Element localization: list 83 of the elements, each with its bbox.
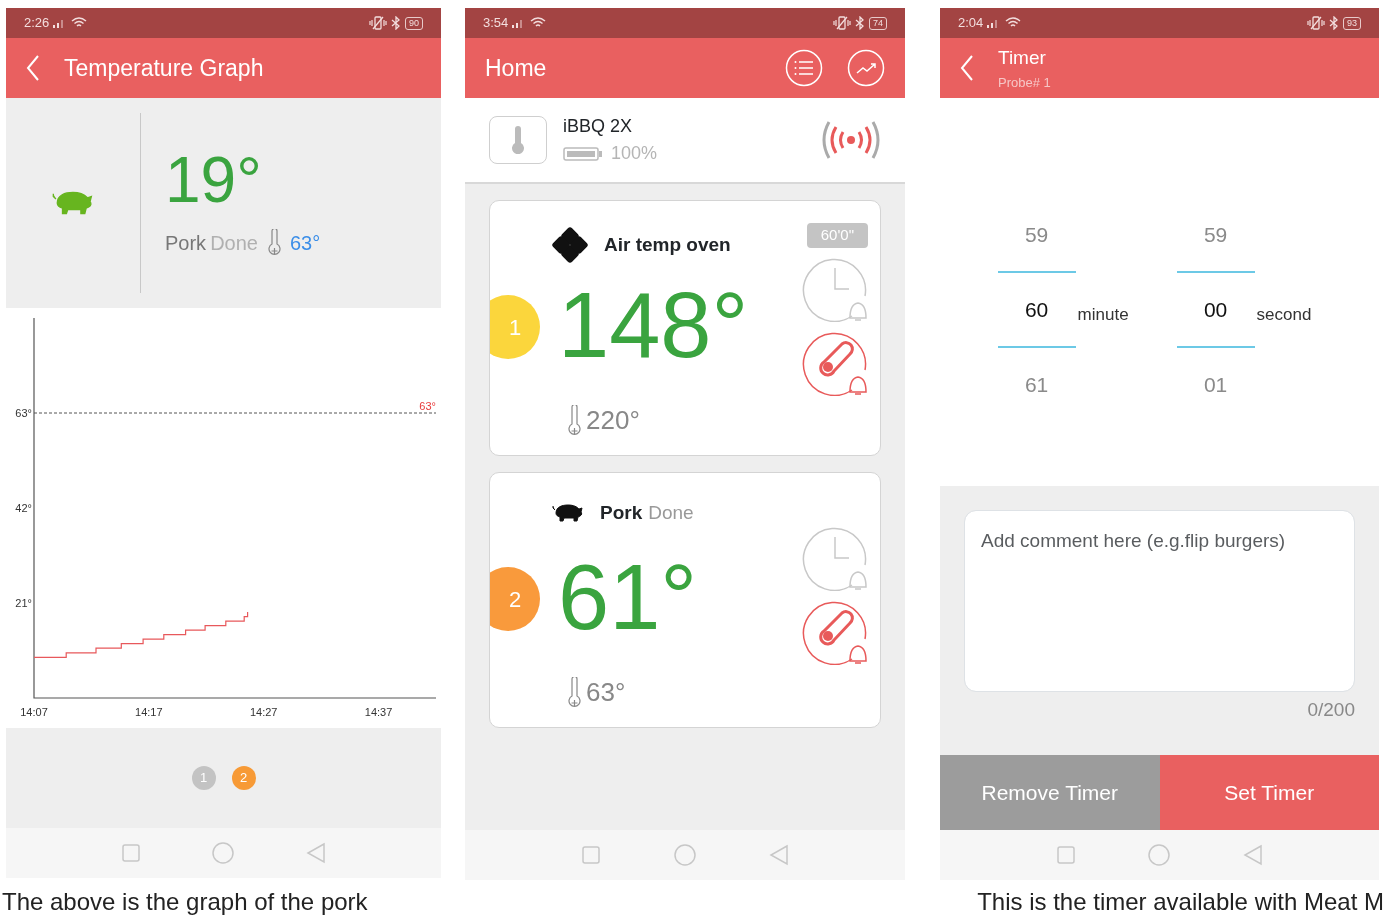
circle-icon[interactable] <box>211 841 236 865</box>
header-title: Temperature Graph <box>64 53 264 83</box>
battery-indicator: 74 <box>869 16 887 30</box>
picker-value: 00 <box>1203 296 1228 323</box>
thermometer-icon <box>566 404 582 437</box>
x-tick-label: 14:07 <box>20 706 48 718</box>
thermometer-icon <box>265 229 282 257</box>
target-label: 63° <box>419 400 436 412</box>
back-icon[interactable] <box>960 55 974 81</box>
vibrate-icon <box>369 16 387 30</box>
probe-number: 1 <box>490 295 540 359</box>
status-time: 3:54 <box>483 14 509 33</box>
square-icon[interactable] <box>121 843 142 863</box>
header-title: Timer <box>998 46 1047 70</box>
doneness-label: Done <box>210 231 258 256</box>
picker-value: 01 <box>1203 371 1228 398</box>
list-icon[interactable] <box>785 49 823 87</box>
square-icon[interactable] <box>1055 845 1076 865</box>
character-counter: 0/200 <box>1306 698 1355 722</box>
wifi-icon <box>530 17 547 29</box>
header-subtitle: Probe# 1 <box>998 73 1051 92</box>
probe-temperature: 61° <box>558 551 698 643</box>
chart-icon[interactable] <box>847 49 885 87</box>
picker-value: 59 <box>1203 221 1228 248</box>
thermometer-alarm-icon[interactable] <box>802 599 868 665</box>
wifi-icon <box>71 17 88 29</box>
target-temperature: 63° <box>289 231 321 256</box>
probe-name: Pork <box>600 501 643 525</box>
comment-field[interactable]: Add comment here (e.g.flip burgers) <box>964 510 1355 692</box>
number-picker[interactable]: 59 60 61 <box>997 198 1076 421</box>
back-triangle-icon[interactable] <box>1243 844 1264 866</box>
header-title: Home <box>485 53 547 83</box>
circle-icon[interactable] <box>1147 843 1172 867</box>
square-icon[interactable] <box>581 845 601 865</box>
status-time: 2:26 <box>24 14 50 33</box>
remove-timer-button[interactable]: Remove Timer <box>940 755 1160 830</box>
vibrate-icon <box>833 16 851 30</box>
y-tick-label: 42° <box>15 502 32 514</box>
battery-level: 100% <box>611 142 658 165</box>
y-tick-label: 21° <box>15 597 32 609</box>
page-dot[interactable]: 1 <box>191 766 216 790</box>
timer-badge: 60'0" <box>806 223 868 248</box>
doneness-label: Done <box>648 501 694 525</box>
unit-label: second <box>1256 304 1312 326</box>
meat-name: Pork <box>165 231 207 256</box>
back-triangle-icon[interactable] <box>305 842 326 864</box>
target-temperature: 63° <box>586 676 626 709</box>
thermometer-icon <box>566 676 582 709</box>
status-time: 2:04 <box>958 14 984 33</box>
device-name: iBBQ 2X <box>563 115 634 138</box>
battery-indicator: 93 <box>1343 16 1361 30</box>
set-timer-button[interactable]: Set Timer <box>1159 755 1379 830</box>
back-icon[interactable] <box>26 55 40 81</box>
current-temperature: 19° <box>165 148 263 212</box>
probe-name: Air temp oven <box>604 232 731 257</box>
pig-icon <box>52 189 94 217</box>
back-triangle-icon[interactable] <box>769 844 789 866</box>
pig-icon <box>552 503 584 524</box>
probe-number: 2 <box>490 567 540 631</box>
circle-icon[interactable] <box>673 843 697 867</box>
thermometer-icon <box>510 126 526 154</box>
y-tick-label: 63° <box>15 407 32 419</box>
x-tick-label: 14:17 <box>135 706 163 718</box>
clock-alarm-icon[interactable] <box>802 525 868 591</box>
number-picker[interactable]: 59 00 01 <box>1176 198 1255 421</box>
battery-icon <box>563 146 603 161</box>
battery-indicator: 90 <box>405 16 423 30</box>
bluetooth-icon <box>1329 16 1339 30</box>
unit-label: minute <box>1077 304 1129 326</box>
wifi-icon <box>1005 17 1022 29</box>
picker-value: 60 <box>1024 296 1049 323</box>
bluetooth-icon <box>855 16 865 30</box>
vibrate-icon <box>1307 16 1325 30</box>
picker-value: 61 <box>1024 371 1049 398</box>
probe-temperature: 148° <box>558 279 749 371</box>
x-tick-label: 14:27 <box>249 706 278 718</box>
caption-text: This is the timer available with Meat M <box>977 887 1384 917</box>
caption-text: The above is the graph of the pork <box>2 887 368 917</box>
x-tick-label: 14:37 <box>364 706 393 718</box>
page-dot[interactable]: 2 <box>231 766 256 790</box>
target-temperature: 220° <box>586 404 640 437</box>
picker-value: 59 <box>1024 221 1049 248</box>
bluetooth-icon <box>391 16 401 30</box>
